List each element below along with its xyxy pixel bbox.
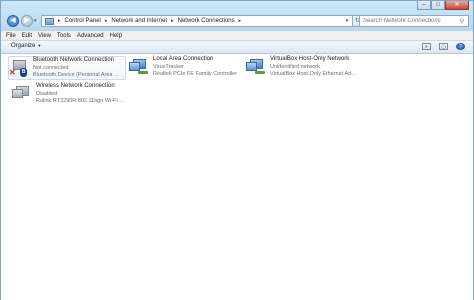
- address-field[interactable]: ▸ Control Panel ▸ Network and Internet ▸…: [41, 15, 353, 27]
- minimize-button[interactable]: –: [417, 1, 431, 10]
- connection-item-local-area[interactable]: Local Area Connection VirusTracker Realt…: [129, 56, 241, 80]
- address-history-dropdown[interactable]: ▾: [342, 18, 352, 24]
- connections-list: B ✕ Bluetooth Network Connection Not con…: [1, 54, 473, 300]
- back-arrow-icon[interactable]: ◀: [7, 15, 19, 27]
- menu-help[interactable]: Help: [110, 33, 122, 39]
- connection-name: Bluetooth Network Connection: [33, 57, 115, 63]
- close-button[interactable]: ✕: [445, 1, 469, 10]
- connection-device: VirtualBox Host-Only Ethernet Ad...: [270, 71, 356, 77]
- search-box[interactable]: ⚲: [359, 15, 469, 27]
- connection-text: Wireless Network Connection Disabled Ral…: [36, 83, 124, 106]
- maximize-button[interactable]: □: [431, 1, 445, 10]
- recent-pages-dropdown[interactable]: ▾: [34, 18, 37, 24]
- command-icons: ≡ ▢ ?: [422, 43, 465, 50]
- command-bar: Organize ▼ ≡ ▢ ?: [1, 41, 473, 54]
- connection-item-virtualbox[interactable]: VirtualBox Host-Only Network Unidentifie…: [246, 56, 366, 80]
- network-cable-icon: [255, 71, 265, 74]
- monitor-icon: [246, 62, 257, 71]
- connection-device: Bluetooth Device (Personal Area ...: [33, 72, 119, 78]
- connection-name: Local Area Connection: [153, 56, 214, 62]
- connection-status: Disabled: [36, 90, 58, 97]
- forward-arrow-icon[interactable]: ▶: [21, 15, 33, 27]
- connection-item-bluetooth[interactable]: B ✕ Bluetooth Network Connection Not con…: [8, 56, 126, 80]
- connection-text: VirtualBox Host-Only Network Unidentifie…: [270, 56, 356, 79]
- menu-edit[interactable]: Edit: [22, 33, 32, 39]
- organize-button[interactable]: Organize ▼: [11, 43, 41, 49]
- connection-status: Not connected: [33, 64, 69, 71]
- chevron-right-icon[interactable]: ▸: [171, 18, 174, 24]
- connection-item-wireless[interactable]: Wireless Network Connection Disabled Ral…: [12, 83, 124, 107]
- network-adapter-icon: [129, 56, 149, 76]
- connection-name: Wireless Network Connection: [36, 83, 115, 89]
- control-panel-folder-icon: [45, 17, 54, 25]
- connection-text: Local Area Connection VirusTracker Realt…: [153, 56, 237, 79]
- connection-status: Unidentified network: [270, 63, 320, 70]
- connection-text: Bluetooth Network Connection Not connect…: [33, 57, 119, 80]
- menu-view[interactable]: View: [38, 33, 51, 39]
- connection-device: Ralink RT3290R 802.11bgn Wi-Fi ...: [36, 98, 124, 104]
- menu-file[interactable]: File: [6, 33, 16, 39]
- chevron-right-icon[interactable]: ▸: [58, 18, 61, 24]
- explorer-window: – □ ✕ ◀ ▶ ▾ ▸ Control Panel ▸ Network an…: [0, 0, 474, 300]
- chevron-down-icon: ▼: [37, 43, 42, 48]
- disconnected-x-icon: ✕: [9, 68, 16, 77]
- menu-bar: File Edit View Tools Advanced Help: [1, 31, 473, 41]
- address-bar-area: – □ ✕ ◀ ▶ ▾ ▸ Control Panel ▸ Network an…: [1, 1, 473, 31]
- network-adapter-icon: B ✕: [9, 57, 29, 77]
- connection-name: VirtualBox Host-Only Network: [270, 56, 350, 62]
- monitor-icon: [129, 62, 140, 71]
- preview-pane-icon[interactable]: ▢: [439, 43, 448, 50]
- network-adapter-icon: [12, 83, 32, 103]
- breadcrumb-control-panel[interactable]: Control Panel: [65, 18, 101, 24]
- caption-buttons: – □ ✕: [417, 1, 469, 11]
- search-icon[interactable]: ⚲: [457, 18, 467, 25]
- help-icon[interactable]: ?: [456, 43, 465, 50]
- change-view-icon[interactable]: ≡: [422, 43, 431, 50]
- connection-status: VirusTracker: [153, 63, 184, 70]
- monitor-icon: [12, 89, 23, 98]
- organize-label: Organize: [11, 43, 36, 49]
- connection-device: Realtek PCIe FE Family Controller: [153, 71, 238, 77]
- breadcrumb-network-and-internet[interactable]: Network and Internet: [111, 18, 167, 24]
- menu-tools[interactable]: Tools: [57, 33, 71, 39]
- bluetooth-icon: B: [20, 68, 27, 77]
- network-cable-icon: [138, 71, 148, 74]
- network-adapter-icon: [246, 56, 266, 76]
- search-input[interactable]: [360, 18, 457, 24]
- menu-advanced[interactable]: Advanced: [77, 33, 104, 39]
- chevron-right-icon[interactable]: ▸: [105, 18, 108, 24]
- breadcrumb-network-connections[interactable]: Network Connections: [178, 18, 235, 24]
- chevron-right-icon[interactable]: ▸: [239, 18, 242, 24]
